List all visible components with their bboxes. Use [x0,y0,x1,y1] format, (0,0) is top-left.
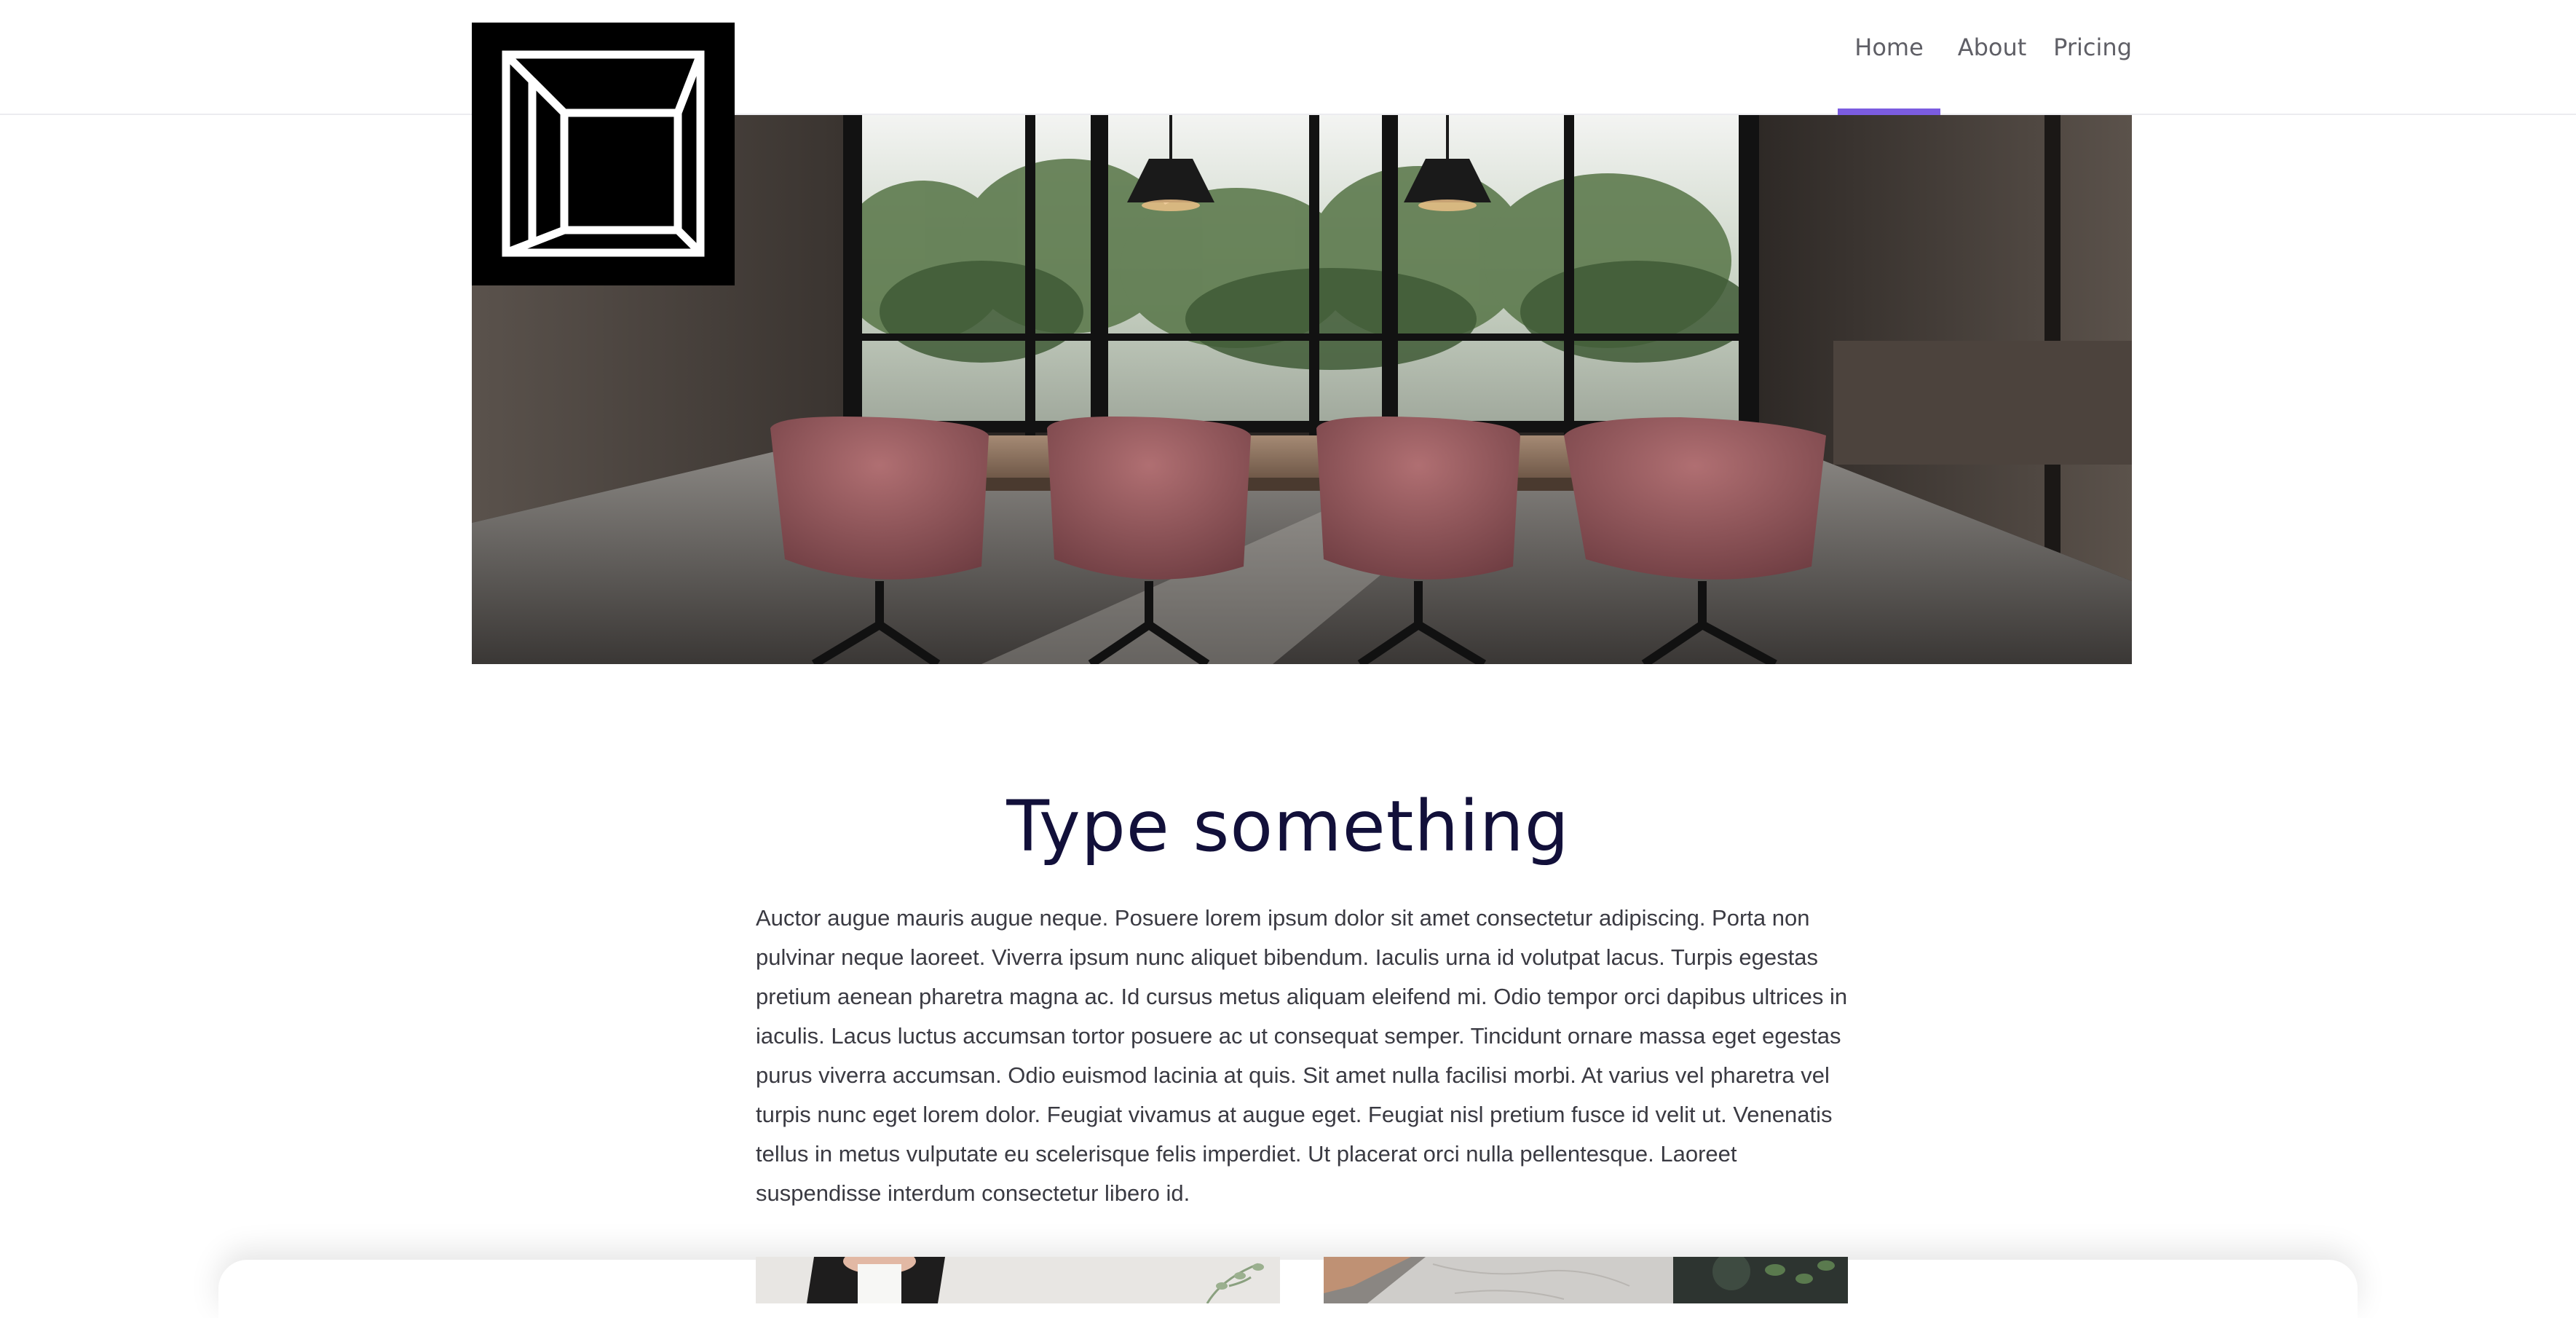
person-portrait-photo [756,1257,1280,1303]
nav-item-pricing[interactable]: Pricing [2044,0,2132,115]
nav-item-home[interactable]: Home [1838,0,1940,115]
card-row-shadow [218,1260,2358,1318]
thumbnail-image [756,1257,1280,1303]
page-title: Type something [1006,786,1570,867]
nav-item-about[interactable]: About [1940,0,2044,115]
main-nav: Home About Pricing [1838,0,2132,115]
laptop-desk-photo [1324,1257,1848,1303]
geometric-box-logo-icon [502,50,705,257]
site-logo[interactable] [472,23,735,285]
thumbnail-image [1324,1257,1848,1303]
body-paragraph: Auctor augue mauris augue neque. Posuere… [756,905,1848,1206]
site-header: Home About Pricing [0,0,2576,115]
